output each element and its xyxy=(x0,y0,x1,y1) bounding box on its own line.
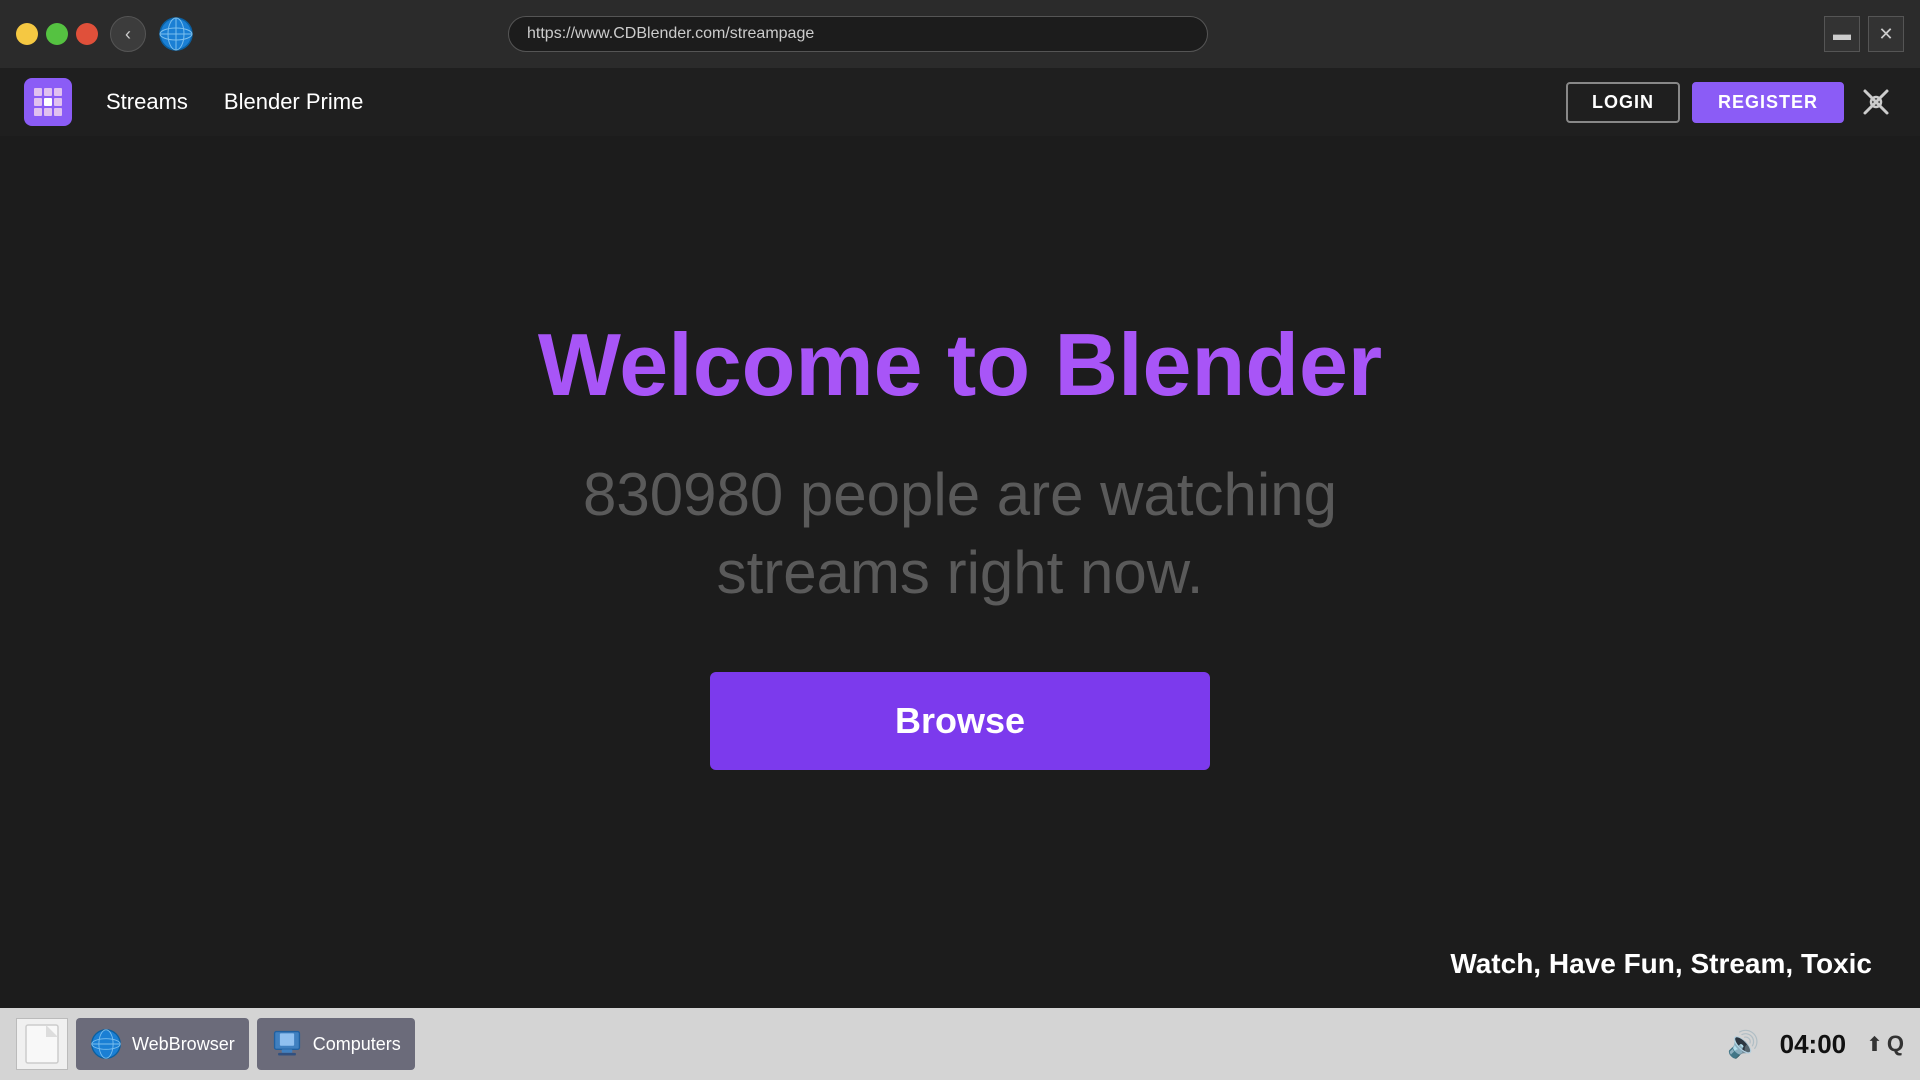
q-label: Q xyxy=(1887,1031,1904,1057)
globe-icon xyxy=(158,16,194,52)
volume-icon[interactable]: 🔊 xyxy=(1727,1029,1759,1060)
site-navbar: Streams Blender Prime LOGIN REGISTER xyxy=(0,68,1920,136)
webbrowser-icon xyxy=(90,1028,122,1060)
taskbar-clock: 04:00 xyxy=(1780,1029,1847,1060)
taskbar-file-icon[interactable] xyxy=(16,1018,68,1070)
url-text: https://www.CDBlender.com/streampage xyxy=(527,25,814,43)
back-button[interactable]: ‹ xyxy=(110,16,146,52)
address-bar[interactable]: https://www.CDBlender.com/streampage xyxy=(508,16,1208,52)
minimize-button[interactable]: ▬ xyxy=(1824,16,1860,52)
nav-streams[interactable]: Streams xyxy=(88,89,206,115)
settings-icon xyxy=(1861,87,1891,117)
os-frame: ‹ https://www.CDBlender.com/streampage ▬… xyxy=(0,0,1920,1080)
logo-icon xyxy=(32,86,64,118)
close-icon: ✕ xyxy=(1878,24,1893,45)
close-light[interactable] xyxy=(76,23,98,45)
browse-button[interactable]: Browse xyxy=(710,672,1210,770)
nav-right: LOGIN REGISTER xyxy=(1566,82,1896,123)
settings-button[interactable] xyxy=(1856,82,1896,122)
taskbar-webbrowser[interactable]: WebBrowser xyxy=(76,1018,249,1070)
minimize-icon: ▬ xyxy=(1833,24,1851,45)
taskbar-computers[interactable]: Computers xyxy=(257,1018,415,1070)
hero-title: Welcome to Blender xyxy=(538,314,1382,416)
close-button[interactable]: ✕ xyxy=(1868,16,1904,52)
os-taskbar: WebBrowser Computers 🔊 04:00 ⬆ Q xyxy=(0,1008,1920,1080)
maximize-light[interactable] xyxy=(46,23,68,45)
file-icon xyxy=(24,1023,60,1065)
hero-section: Welcome to Blender 830980 people are wat… xyxy=(0,136,1920,1008)
back-icon: ‹ xyxy=(125,24,131,45)
computers-icon xyxy=(271,1028,303,1060)
computers-label: Computers xyxy=(313,1034,401,1055)
taskbar-right: 🔊 04:00 ⬆ Q xyxy=(1727,1029,1904,1060)
login-button[interactable]: LOGIN xyxy=(1566,82,1680,123)
webbrowser-label: WebBrowser xyxy=(132,1034,235,1055)
minimize-light[interactable] xyxy=(16,23,38,45)
hero-subtitle: 830980 people are watchingstreams right … xyxy=(583,456,1337,612)
traffic-lights xyxy=(16,23,98,45)
site-logo xyxy=(24,78,72,126)
browser-content: Streams Blender Prime LOGIN REGISTER Wel… xyxy=(0,68,1920,1008)
globe-icon-wrap xyxy=(158,16,194,52)
nav-blender-prime[interactable]: Blender Prime xyxy=(206,89,381,115)
register-button[interactable]: REGISTER xyxy=(1692,82,1844,123)
taskbar-q-icon[interactable]: ⬆ Q xyxy=(1866,1031,1904,1057)
browser-chrome: ‹ https://www.CDBlender.com/streampage ▬… xyxy=(0,0,1920,68)
arrow-icon: ⬆ xyxy=(1866,1032,1883,1057)
tagline: Watch, Have Fun, Stream, Toxic xyxy=(1450,948,1872,980)
window-controls: ▬ ✕ xyxy=(1824,16,1904,52)
